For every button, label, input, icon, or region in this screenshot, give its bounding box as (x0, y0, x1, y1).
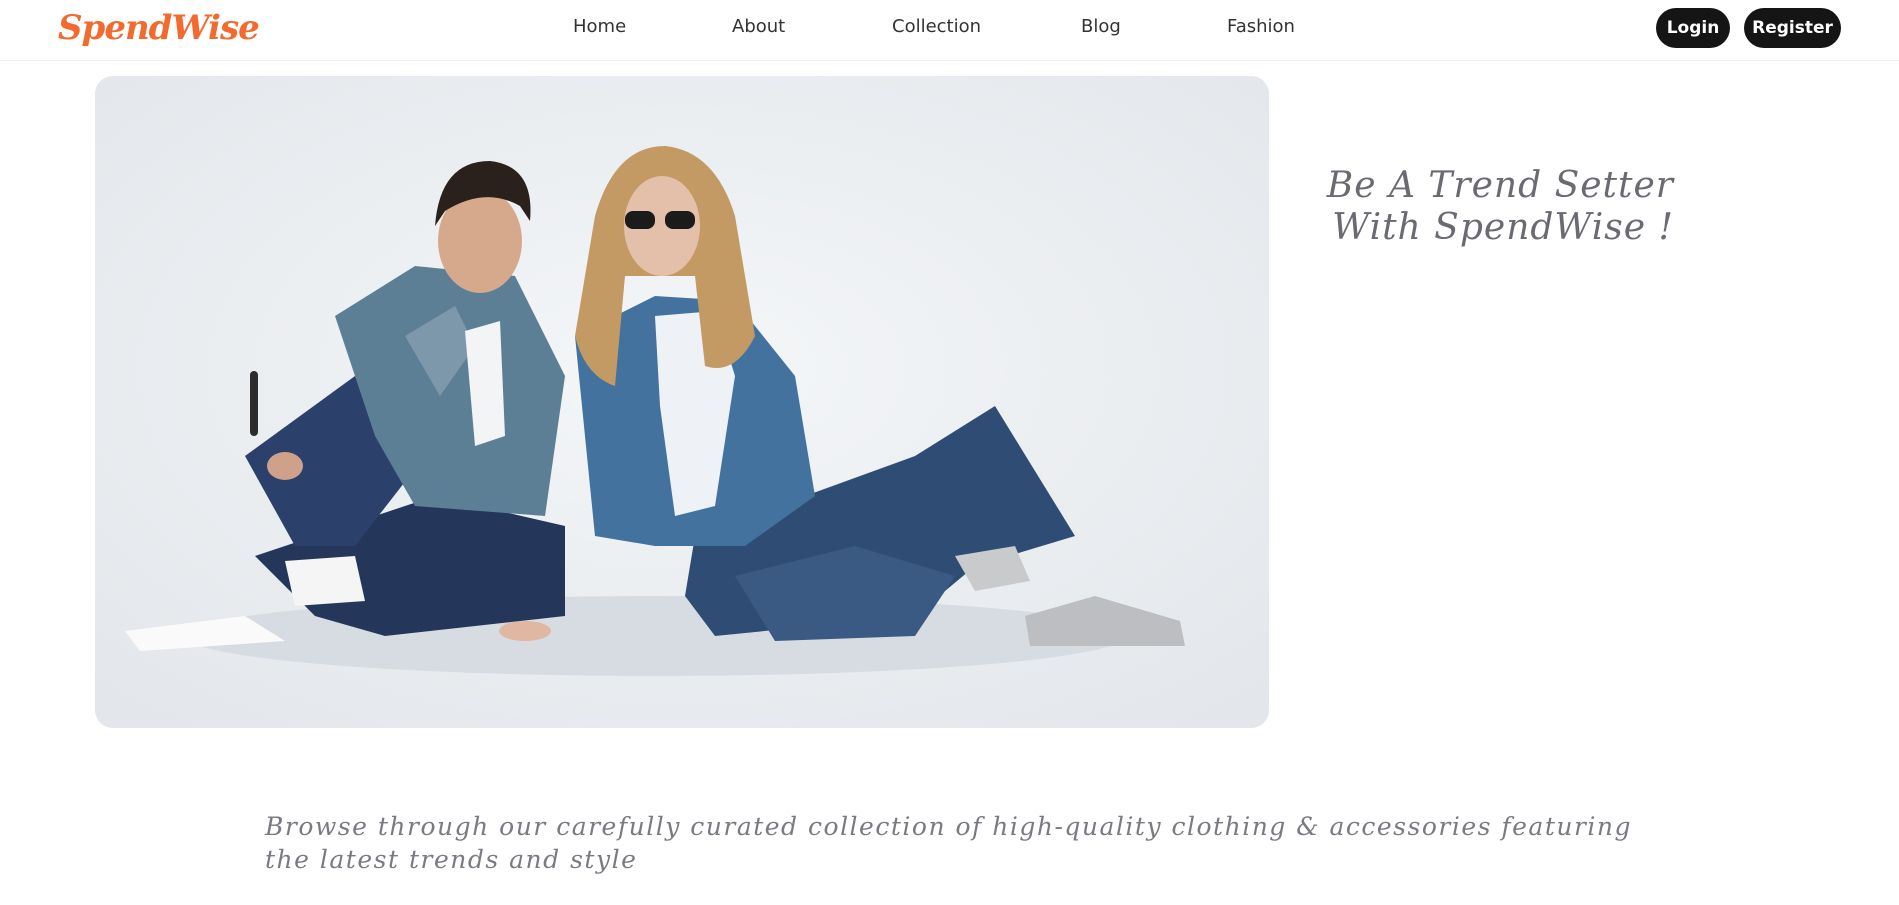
nav-link-collection[interactable]: Collection (892, 16, 981, 37)
nav-link-blog[interactable]: Blog (1081, 16, 1121, 37)
brand-name: SpendWise (58, 8, 260, 48)
collection-description: Browse through our carefully curated col… (265, 812, 1633, 874)
hero-illustration (95, 76, 1269, 728)
login-button[interactable]: Login (1656, 8, 1730, 48)
navbar: SpendWise Home About Collection Blog Fas… (0, 0, 1899, 61)
nav-link-about[interactable]: About (732, 16, 785, 37)
nav-link-home[interactable]: Home (573, 16, 626, 37)
register-button[interactable]: Register (1744, 8, 1841, 48)
brand-logo[interactable]: SpendWise (58, 8, 260, 48)
nav-link-fashion[interactable]: Fashion (1227, 16, 1295, 37)
hero-image (95, 76, 1269, 728)
hero-tagline: Be A Trend Setter With SpendWise ! (1326, 165, 1674, 248)
